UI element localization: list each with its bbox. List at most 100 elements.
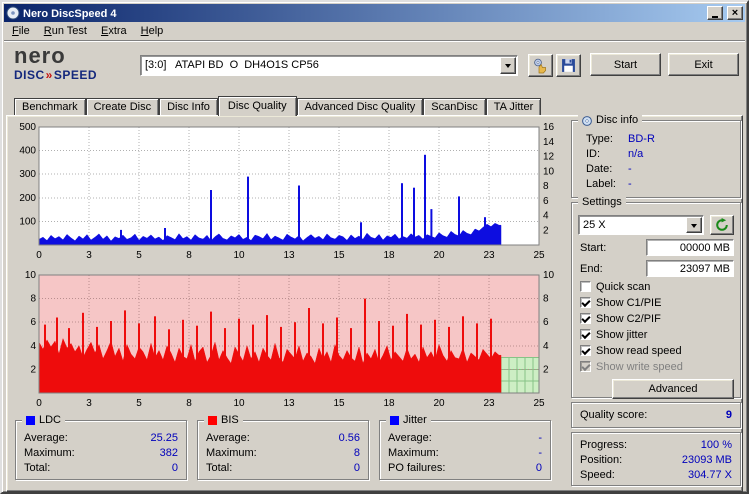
tab-content-panel: 100 200 300 400 500 2 4 6 8 10 12 14 16 0 3 5 8 10 13 15 18 2… bbox=[6, 114, 743, 492]
disc-info-title: Disc info bbox=[596, 114, 639, 126]
settings-title: Settings bbox=[582, 196, 622, 208]
svg-text:10: 10 bbox=[233, 250, 245, 261]
titlebar: Nero DiscSpeed 4 × bbox=[4, 4, 745, 22]
svg-text:25: 25 bbox=[533, 398, 545, 409]
eject-disc-button[interactable] bbox=[528, 54, 553, 77]
drive-select[interactable]: [3:0] ATAPI BD O DH4O1S CP56 bbox=[140, 55, 518, 76]
checkbox-show-read-speed[interactable]: Show read speed bbox=[580, 344, 734, 357]
scan-speed-select[interactable]: 25 X bbox=[578, 215, 704, 235]
svg-text:200: 200 bbox=[19, 193, 36, 204]
chevron-down-icon[interactable] bbox=[686, 217, 702, 233]
svg-text:0: 0 bbox=[36, 398, 42, 409]
stat-row: Average: 0.56 bbox=[206, 432, 360, 444]
logo-discspeed-text: DISC»SPEED bbox=[14, 68, 98, 82]
svg-text:3: 3 bbox=[86, 250, 92, 261]
checkbox-show-c1-pie[interactable]: Show C1/PIE bbox=[580, 296, 734, 309]
checkbox-show-c2-pif[interactable]: Show C2/PIF bbox=[580, 312, 734, 325]
svg-text:500: 500 bbox=[19, 122, 36, 133]
quality-score-box: Quality score: 9 bbox=[571, 402, 741, 428]
eject-disc-icon bbox=[533, 58, 546, 73]
svg-text:5: 5 bbox=[136, 250, 142, 261]
svg-text:25: 25 bbox=[533, 250, 545, 261]
svg-text:2: 2 bbox=[543, 364, 549, 375]
svg-text:10: 10 bbox=[25, 270, 37, 281]
quality-score-label: Quality score: bbox=[580, 409, 648, 421]
jitter-stats-title: Jitter bbox=[403, 414, 427, 426]
tab-disc-info[interactable]: Disc Info bbox=[159, 98, 218, 115]
disc-info-row: Date: - bbox=[586, 163, 632, 175]
start-button[interactable]: Start bbox=[590, 53, 661, 76]
start-row: Start: 00000 MB bbox=[580, 239, 734, 256]
svg-text:6: 6 bbox=[30, 317, 36, 328]
nero-discspeed-logo: nero DISC»SPEED bbox=[14, 45, 98, 82]
svg-text:15: 15 bbox=[333, 398, 345, 409]
checkbox-quick-scan[interactable]: Quick scan bbox=[580, 280, 734, 293]
menu-file[interactable]: File bbox=[5, 23, 37, 40]
svg-text:23: 23 bbox=[483, 398, 495, 409]
advanced-button[interactable]: Advanced bbox=[612, 379, 734, 399]
svg-text:2: 2 bbox=[543, 225, 549, 236]
tab-disc-quality[interactable]: Disc Quality bbox=[217, 96, 297, 116]
ldc-stats-box: LDC Average: 25.25 Maximum: 382 Total: 0 bbox=[15, 414, 187, 480]
start-field[interactable]: 00000 MB bbox=[646, 239, 734, 256]
menu-extra[interactable]: Extra bbox=[94, 23, 134, 40]
tab-create-disc[interactable]: Create Disc bbox=[85, 98, 160, 115]
app-window: Nero DiscSpeed 4 × File Run Test Extra H… bbox=[0, 0, 749, 494]
end-field[interactable]: 23097 MB bbox=[646, 260, 734, 277]
save-icon bbox=[562, 59, 575, 72]
minimize-button[interactable] bbox=[707, 6, 723, 20]
checkbox-icon bbox=[580, 345, 591, 356]
svg-text:18: 18 bbox=[383, 398, 395, 409]
svg-text:12: 12 bbox=[543, 152, 555, 163]
ldc-stats-title: LDC bbox=[39, 414, 62, 426]
svg-text:8: 8 bbox=[186, 398, 192, 409]
bis-error-chart: 2 4 6 8 10 2 4 6 8 10 0 3 5 8 10 13 15 18 20 23 25 bbox=[13, 268, 565, 413]
quality-score-value: 9 bbox=[725, 409, 732, 421]
drive-select-value: [3:0] ATAPI BD O DH4O1S CP56 bbox=[145, 59, 319, 71]
refresh-button[interactable] bbox=[710, 215, 734, 235]
stat-row: Average: 25.25 bbox=[24, 432, 178, 444]
tab-advanced-disc-quality[interactable]: Advanced Disc Quality bbox=[296, 98, 424, 115]
disc-info-row: Label: - bbox=[586, 178, 632, 190]
svg-text:8: 8 bbox=[30, 294, 36, 305]
svg-text:400: 400 bbox=[19, 146, 36, 157]
progress-row: Progress: 100 % bbox=[580, 439, 732, 451]
svg-text:8: 8 bbox=[186, 250, 192, 261]
stat-row: Total: 0 bbox=[206, 462, 360, 474]
svg-text:4: 4 bbox=[543, 211, 549, 222]
exit-button[interactable]: Exit bbox=[668, 53, 739, 76]
progress-row: Position: 23093 MB bbox=[580, 454, 732, 466]
svg-text:4: 4 bbox=[543, 341, 549, 352]
svg-text:14: 14 bbox=[543, 137, 555, 148]
menubar: File Run Test Extra Help bbox=[4, 22, 745, 41]
svg-text:13: 13 bbox=[283, 250, 295, 261]
menu-help[interactable]: Help bbox=[134, 23, 171, 40]
close-button[interactable]: × bbox=[727, 6, 743, 20]
svg-text:0: 0 bbox=[36, 250, 42, 261]
disc-icon bbox=[582, 115, 592, 126]
svg-text:4: 4 bbox=[30, 341, 36, 352]
svg-text:18: 18 bbox=[383, 250, 395, 261]
svg-text:100: 100 bbox=[19, 216, 36, 227]
save-button[interactable] bbox=[556, 54, 581, 77]
stats-row: LDC Average: 25.25 Maximum: 382 Total: 0 BI… bbox=[15, 414, 565, 480]
svg-text:20: 20 bbox=[433, 250, 445, 261]
tab-benchmark[interactable]: Benchmark bbox=[14, 98, 86, 115]
checkbox-icon bbox=[580, 361, 591, 372]
tab-scandisc[interactable]: ScanDisc bbox=[423, 98, 486, 115]
svg-text:2: 2 bbox=[30, 364, 36, 375]
svg-text:23: 23 bbox=[483, 250, 495, 261]
tab-ta-jitter[interactable]: TA Jitter bbox=[485, 98, 542, 115]
bis-color-swatch bbox=[208, 416, 217, 425]
tabbar: Benchmark Create Disc Disc Info Disc Qua… bbox=[6, 93, 743, 116]
menu-run-test[interactable]: Run Test bbox=[37, 23, 94, 40]
svg-text:8: 8 bbox=[543, 181, 549, 192]
app-icon bbox=[6, 6, 20, 20]
chevron-down-icon[interactable] bbox=[500, 57, 516, 74]
checkbox-show-jitter[interactable]: Show jitter bbox=[580, 328, 734, 341]
disc-info-row: ID: n/a bbox=[586, 148, 644, 160]
svg-text:300: 300 bbox=[19, 169, 36, 180]
svg-text:15: 15 bbox=[333, 250, 345, 261]
svg-text:10: 10 bbox=[233, 398, 245, 409]
svg-text:10: 10 bbox=[543, 270, 555, 281]
